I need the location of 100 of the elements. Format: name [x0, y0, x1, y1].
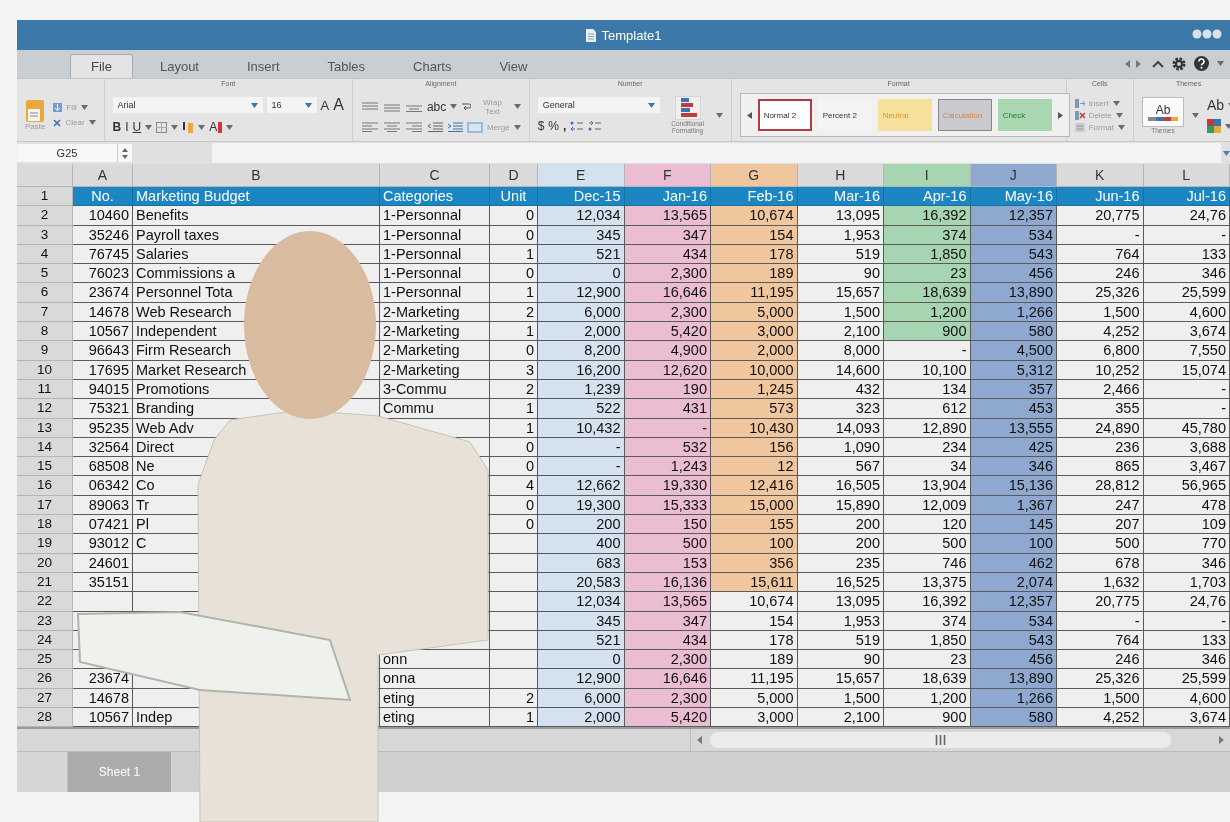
row-number[interactable]: 9	[17, 341, 73, 361]
ribbon-tab[interactable]: Insert	[226, 54, 301, 78]
indent-icon[interactable]	[446, 122, 463, 132]
borders-icon[interactable]	[156, 121, 168, 133]
row-number[interactable]: 25	[17, 650, 73, 670]
row-number[interactable]: 7	[17, 302, 73, 323]
column-header[interactable]: J	[970, 164, 1057, 187]
caret-icon[interactable]	[88, 120, 96, 125]
font-color-button[interactable]: A	[209, 120, 223, 134]
column-header[interactable]: B	[133, 164, 380, 187]
column-header[interactable]: E	[538, 164, 625, 187]
underline-button[interactable]: U	[132, 120, 142, 134]
table-cell: 16,646	[624, 669, 711, 689]
chevron-up-icon[interactable]	[1152, 59, 1164, 68]
caret-icon[interactable]	[1223, 150, 1230, 156]
caret-icon[interactable]	[1217, 61, 1224, 66]
ribbon-tab[interactable]: Layout	[138, 54, 220, 78]
row-number[interactable]: 20	[17, 553, 73, 573]
increase-decimal-icon[interactable]	[570, 120, 585, 132]
row-number[interactable]: 13	[17, 418, 73, 438]
font-name-select[interactable]: Arial	[112, 97, 263, 113]
row-number[interactable]: 2	[17, 206, 73, 226]
font-size-select[interactable]: 16	[266, 97, 317, 113]
column-header[interactable]: H	[797, 164, 884, 187]
align-left-icon[interactable]	[360, 122, 379, 132]
row-number[interactable]: 12	[17, 399, 73, 419]
bold-button[interactable]: B	[112, 120, 122, 134]
table-cell: 400	[538, 534, 625, 554]
caret-icon[interactable]	[513, 124, 521, 130]
row-number[interactable]: 21	[17, 572, 73, 593]
caret-icon[interactable]	[1191, 112, 1199, 118]
row-number[interactable]: 27	[17, 688, 73, 708]
cell-style-option[interactable]: Percent 2	[817, 99, 872, 131]
row-number[interactable]: 22	[17, 592, 73, 612]
scroll-right-icon[interactable]	[1057, 111, 1063, 119]
currency-button[interactable]: $	[537, 119, 545, 133]
help-icon[interactable]	[1194, 56, 1209, 71]
column-header[interactable]: C	[380, 164, 490, 187]
spinner-icon[interactable]	[122, 147, 128, 159]
row-number[interactable]: 4	[17, 244, 73, 265]
row-number[interactable]: 16	[17, 476, 73, 496]
ribbon-tab[interactable]: File	[70, 54, 133, 78]
row-number[interactable]: 23	[17, 611, 73, 631]
settings-icon[interactable]	[1172, 56, 1186, 71]
row-number[interactable]: 8	[17, 322, 73, 342]
row-number[interactable]: 28	[17, 708, 73, 728]
name-box[interactable]: G25	[17, 144, 117, 162]
row-number[interactable]: 11	[17, 379, 73, 400]
ribbon-tab[interactable]: Tables	[306, 54, 387, 78]
row-number[interactable]: 17	[17, 495, 73, 516]
align-right-icon[interactable]	[404, 122, 423, 132]
scroll-left-icon[interactable]	[697, 736, 702, 745]
caret-icon[interactable]	[80, 105, 88, 110]
fill-color-icon[interactable]	[182, 120, 195, 134]
row-number[interactable]: 19	[17, 534, 73, 554]
outdent-icon[interactable]	[426, 122, 443, 132]
scrollbar-thumb[interactable]	[710, 732, 1171, 749]
row-number[interactable]: 6	[17, 283, 73, 303]
column-header[interactable]: I	[884, 164, 971, 187]
row-number[interactable]: 10	[17, 360, 73, 380]
column-header[interactable]: K	[1057, 164, 1144, 187]
text-orientation-button[interactable]: abc	[426, 99, 458, 114]
formula-input-field[interactable]	[212, 143, 1221, 163]
ribbon-tab[interactable]: View	[478, 54, 549, 78]
row-number[interactable]: 26	[17, 669, 73, 689]
theme-fonts-button[interactable]: Ab	[1206, 97, 1230, 113]
window-dots-icon[interactable]	[1192, 29, 1222, 39]
column-header[interactable]: G	[711, 164, 798, 187]
italic-button[interactable]: I	[125, 120, 129, 134]
scroll-right-icon[interactable]	[1219, 736, 1224, 745]
caret-icon[interactable]	[171, 124, 179, 130]
number-format-select[interactable]: General	[537, 97, 660, 113]
row-number[interactable]: 5	[17, 264, 73, 284]
row-number[interactable]: 15	[17, 457, 73, 477]
grow-font-button[interactable]: A	[320, 97, 330, 113]
caret-icon[interactable]	[1224, 123, 1230, 129]
caret-icon[interactable]	[145, 124, 153, 130]
scroll-left-icon[interactable]	[746, 111, 752, 119]
align-center-icon[interactable]	[382, 122, 401, 132]
decrease-decimal-icon[interactable]	[588, 120, 603, 132]
ribbon-tab[interactable]: Charts	[392, 54, 473, 78]
color-grid-icon[interactable]	[1206, 119, 1221, 133]
cell-style-option[interactable]: Normal 2	[757, 99, 812, 131]
caret-icon[interactable]	[198, 124, 206, 130]
shrink-font-button[interactable]: A	[333, 96, 344, 114]
percent-button[interactable]: %	[548, 119, 559, 133]
caret-icon[interactable]	[450, 104, 458, 109]
comma-button[interactable]: ,	[563, 119, 567, 133]
caret-icon[interactable]	[715, 112, 723, 118]
column-header[interactable]: A	[73, 164, 133, 187]
column-header[interactable]: D	[490, 164, 538, 187]
row-number[interactable]: 18	[17, 515, 73, 535]
column-header[interactable]: F	[624, 164, 711, 187]
column-header[interactable]: L	[1143, 164, 1230, 187]
row-number[interactable]: 14	[17, 437, 73, 458]
row-number[interactable]: 24	[17, 630, 73, 651]
caret-icon[interactable]	[513, 104, 521, 109]
caret-icon[interactable]	[226, 124, 234, 130]
row-number[interactable]: 3	[17, 225, 73, 245]
row-number[interactable]: 1	[17, 187, 73, 207]
